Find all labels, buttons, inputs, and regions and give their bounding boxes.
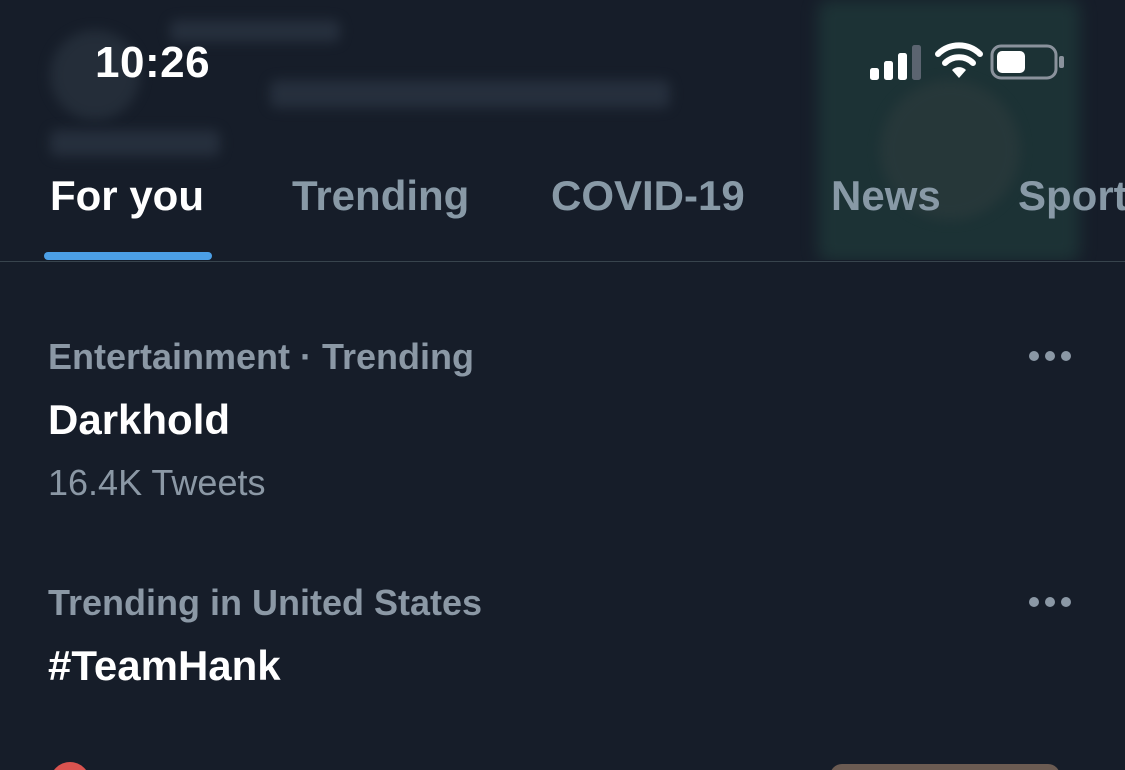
tab-sport[interactable]: Sport [1018, 172, 1125, 220]
trend-tweet-count: 16.4K Tweets [48, 462, 266, 503]
blurred-text-line [270, 80, 670, 108]
tab-covid-19[interactable]: COVID-19 [551, 172, 745, 220]
tab-trending[interactable]: Trending [292, 172, 469, 220]
explore-screen: 10:26 For you Trending COVID-19 News Spo… [0, 0, 1125, 770]
status-time: 10:26 [95, 38, 211, 87]
next-item-avatar [50, 762, 90, 770]
blurred-text-line [50, 130, 220, 156]
trend-item[interactable]: Entertainment · Trending Darkhold 16.4K … [0, 330, 1125, 520]
trend-context: Entertainment · Trending [48, 336, 475, 377]
active-tab-indicator [44, 252, 212, 260]
cellular-signal-icon [870, 45, 921, 80]
trend-title: #TeamHank [48, 642, 281, 689]
trend-context: Trending in United States [48, 582, 483, 623]
tabs-divider [0, 261, 1125, 262]
wifi-icon [935, 42, 983, 78]
explore-tabs: For you Trending COVID-19 News Sport [0, 160, 1125, 262]
trend-title: Darkhold [48, 396, 231, 443]
trend-item[interactable]: Trending in United States #TeamHank [0, 576, 1125, 726]
tab-news[interactable]: News [831, 172, 941, 220]
tab-for-you[interactable]: For you [50, 172, 204, 220]
next-item-thumbnail [830, 764, 1060, 770]
more-horizontal-icon[interactable] [1026, 592, 1074, 612]
battery-icon [990, 44, 1064, 80]
status-icons [868, 40, 1068, 84]
more-horizontal-icon[interactable] [1026, 346, 1074, 366]
